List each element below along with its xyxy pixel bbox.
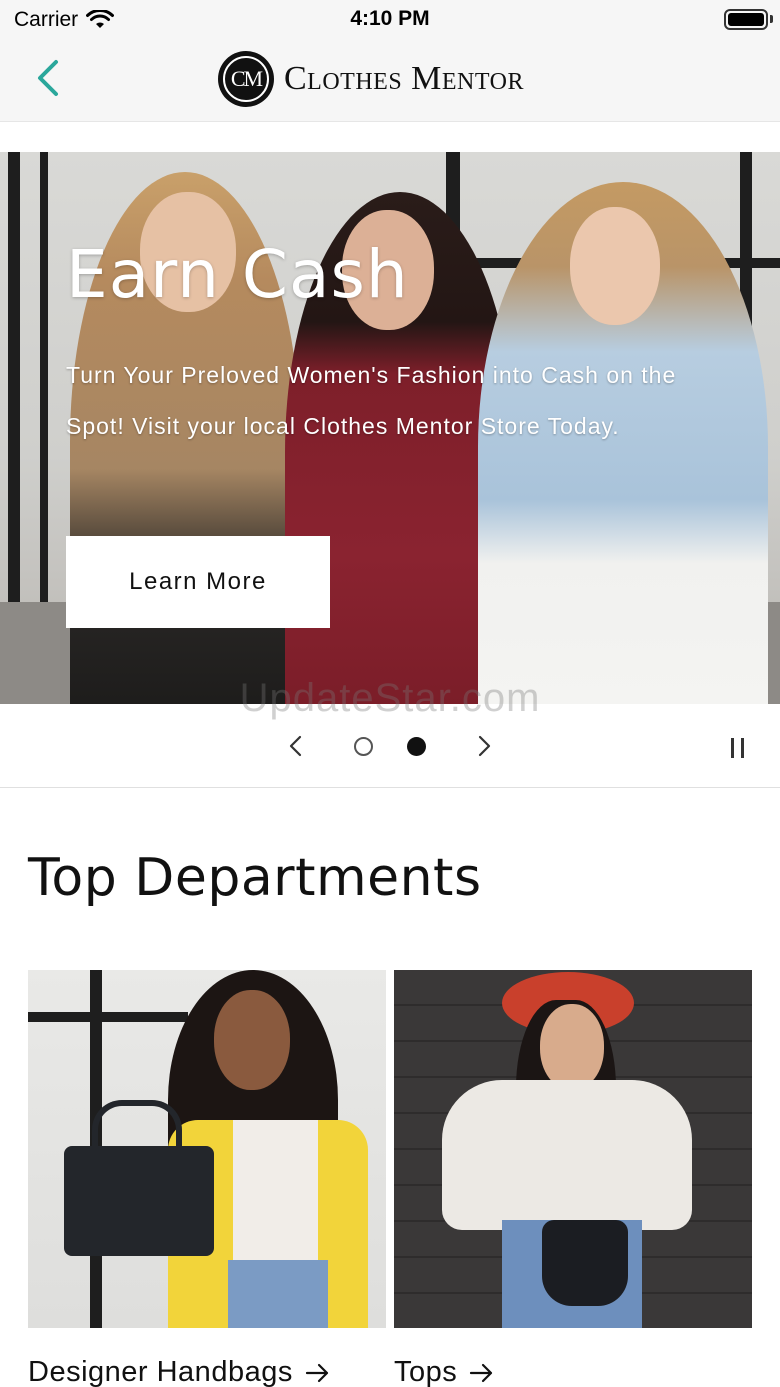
crossbody-bag bbox=[542, 1220, 628, 1306]
model-jeans bbox=[228, 1260, 328, 1328]
department-card-designer-handbags[interactable]: Designer Handbags bbox=[28, 970, 386, 1387]
status-time: 4:10 PM bbox=[350, 7, 430, 30]
back-button[interactable] bbox=[28, 56, 72, 100]
department-label: Tops bbox=[394, 1356, 752, 1387]
pause-icon bbox=[731, 738, 734, 758]
handbag-handle bbox=[92, 1100, 182, 1160]
department-card-tops[interactable]: Tops bbox=[394, 970, 752, 1387]
model-face bbox=[214, 990, 290, 1090]
hero-banner[interactable]: Earn Cash Turn Your Preloved Women's Fas… bbox=[0, 152, 780, 704]
model-white-top bbox=[233, 1120, 318, 1270]
handbag bbox=[64, 1146, 214, 1256]
learn-more-button[interactable]: Learn More bbox=[66, 536, 330, 628]
brand-mark-text: CM bbox=[223, 56, 269, 102]
model-face bbox=[540, 1004, 604, 1090]
department-name: Tops bbox=[394, 1356, 458, 1387]
department-name: Designer Handbags bbox=[28, 1356, 293, 1387]
brand-logo[interactable]: CM Clothes Mentor bbox=[218, 50, 524, 108]
chevron-left-icon bbox=[289, 735, 302, 757]
carousel-dot-2[interactable] bbox=[407, 737, 426, 756]
carousel-next-button[interactable] bbox=[474, 734, 494, 763]
hero-model-right-face bbox=[570, 207, 660, 325]
brand-name: Clothes Mentor bbox=[284, 60, 524, 97]
arrow-right-icon bbox=[470, 1363, 493, 1382]
chevron-right-icon bbox=[478, 735, 491, 757]
status-bar: Carrier 4:10 PM bbox=[0, 0, 780, 40]
arrow-right-icon bbox=[305, 1363, 328, 1382]
carousel-prev-button[interactable] bbox=[286, 734, 306, 763]
department-image-handbags bbox=[28, 970, 386, 1328]
pause-icon bbox=[741, 738, 744, 758]
carousel-controls: UpdateStar.com bbox=[0, 676, 780, 788]
brand-mark-icon: CM bbox=[218, 51, 274, 107]
hero-title: Earn Cash bbox=[66, 236, 409, 313]
carousel-dot-1[interactable] bbox=[354, 737, 373, 756]
pause-button[interactable] bbox=[730, 738, 746, 758]
nav-bar: CM Clothes Mentor bbox=[0, 40, 780, 122]
chevron-left-icon bbox=[38, 60, 58, 96]
battery-nub bbox=[770, 15, 773, 23]
model-white-sweater bbox=[442, 1080, 692, 1230]
department-image-tops bbox=[394, 970, 752, 1328]
hero-subtitle: Turn Your Preloved Women's Fashion into … bbox=[66, 362, 677, 439]
watermark-text: UpdateStar.com bbox=[239, 676, 541, 720]
department-label: Designer Handbags bbox=[28, 1356, 386, 1387]
section-title-top-departments: Top Departments bbox=[28, 848, 482, 908]
battery-icon bbox=[724, 9, 768, 30]
window-frame bbox=[28, 1012, 188, 1022]
